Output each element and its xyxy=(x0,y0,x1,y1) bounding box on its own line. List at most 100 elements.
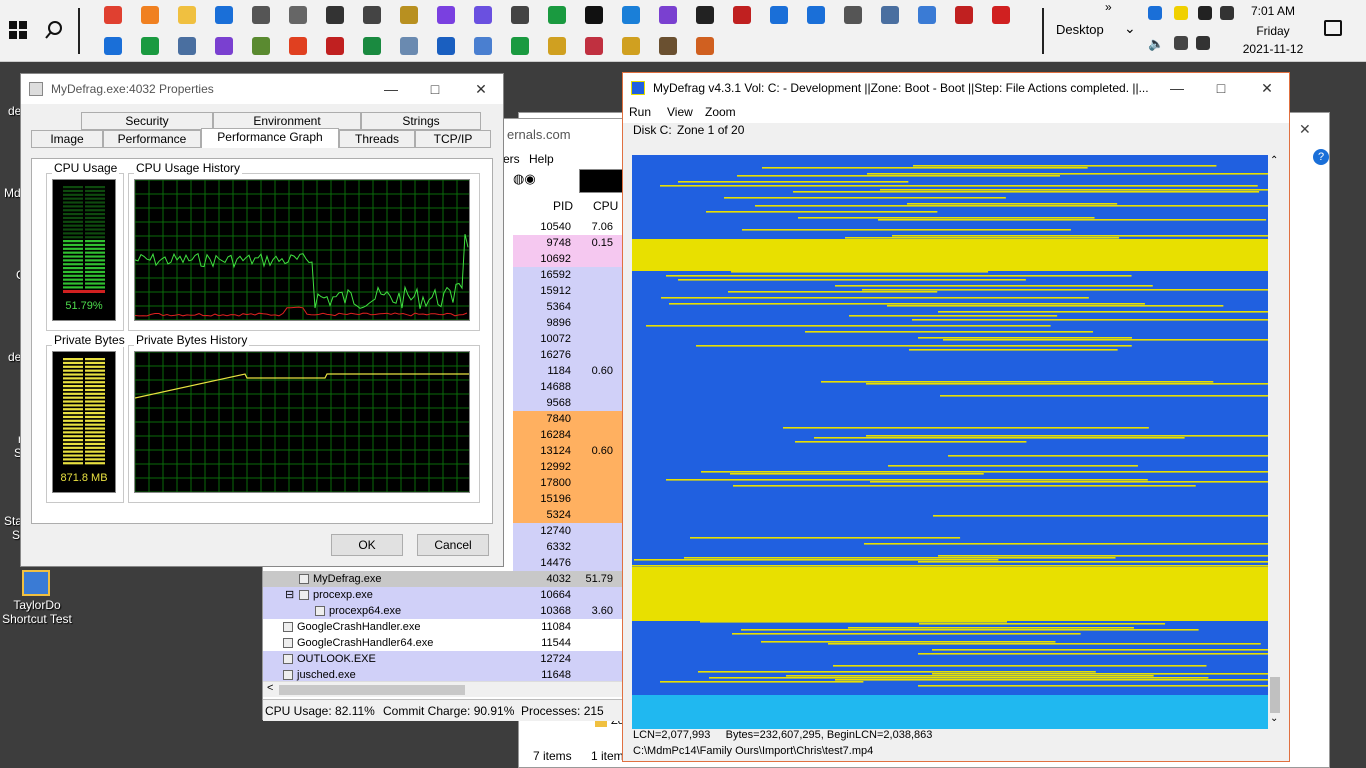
gear-icon[interactable] xyxy=(844,6,862,24)
pinned-app-icon[interactable] xyxy=(511,37,529,55)
clock-date[interactable]: 2021-11-12 xyxy=(1238,42,1308,56)
menu-run[interactable]: Run xyxy=(629,105,651,119)
discord-icon[interactable] xyxy=(474,6,492,24)
table-row[interactable]: 17800 xyxy=(513,475,623,491)
cpu-mini-graph[interactable] xyxy=(579,169,623,193)
table-row[interactable]: 1184 0.60 xyxy=(513,363,623,379)
table-row[interactable]: GoogleCrashHandler.exe 11084 xyxy=(263,619,623,635)
calculator-icon[interactable] xyxy=(807,6,825,24)
scroll-up-icon[interactable]: ⌃ xyxy=(1270,155,1278,166)
table-row[interactable]: 10540 7.06 xyxy=(513,219,623,235)
pinned-app-icon[interactable] xyxy=(696,37,714,55)
vscode-icon[interactable] xyxy=(622,6,640,24)
app-icon[interactable] xyxy=(289,6,307,24)
menu-zoom[interactable]: Zoom xyxy=(705,105,736,119)
table-row[interactable]: 9568 xyxy=(513,395,623,411)
table-row[interactable]: 12992 xyxy=(513,459,623,475)
network-icon[interactable] xyxy=(1220,6,1234,20)
pinned-app-icon[interactable] xyxy=(215,37,233,55)
properties-titlebar[interactable]: MyDefrag.exe:4032 Properties — □ ✕ xyxy=(21,74,503,104)
help-icon[interactable]: ? xyxy=(1313,149,1329,165)
column-header-cpu[interactable]: CPU xyxy=(593,199,618,213)
pinned-app-icon[interactable] xyxy=(141,37,159,55)
table-row[interactable]: ⊟ procexp.exe 10664 xyxy=(263,587,623,603)
clock-time[interactable]: 7:01 AM xyxy=(1238,4,1308,18)
table-row[interactable]: 9748 0.15 xyxy=(513,235,623,251)
messenger-icon[interactable] xyxy=(437,6,455,24)
close-icon[interactable]: ✕ xyxy=(471,79,491,99)
table-row[interactable]: 15912 xyxy=(513,283,623,299)
maximize-icon[interactable]: □ xyxy=(1211,78,1231,98)
table-row[interactable]: 13124 0.60 xyxy=(513,443,623,459)
tab-tcp-ip[interactable]: TCP/IP xyxy=(415,130,491,148)
close-icon[interactable]: ✕ xyxy=(1257,78,1277,98)
table-row[interactable]: 5324 xyxy=(513,507,623,523)
pinned-app-icon[interactable] xyxy=(400,37,418,55)
tab-strings[interactable]: Strings xyxy=(361,112,481,130)
pinned-app-icon[interactable] xyxy=(104,37,122,55)
desktop-toolbar-label[interactable]: Desktop xyxy=(1056,22,1104,37)
pinned-app-icon[interactable] xyxy=(622,37,640,55)
app-icon[interactable] xyxy=(918,6,936,24)
table-row[interactable]: 14476 xyxy=(513,555,623,571)
app-tray-icon[interactable] xyxy=(1196,36,1210,50)
folder-icon[interactable] xyxy=(178,6,196,24)
pinned-app-icon[interactable] xyxy=(178,37,196,55)
app-icon[interactable] xyxy=(548,6,566,24)
scroll-down-icon[interactable]: ⌄ xyxy=(1270,713,1278,724)
pinned-app-icon[interactable] xyxy=(474,37,492,55)
table-row[interactable]: 5364 xyxy=(513,299,623,315)
horizontal-scrollbar[interactable]: < xyxy=(263,681,623,697)
close-icon[interactable]: ✕ xyxy=(1299,121,1311,138)
microphone-icon[interactable] xyxy=(1198,6,1212,20)
table-row[interactable]: 12740 xyxy=(513,523,623,539)
clock-day[interactable]: Friday xyxy=(1238,24,1308,38)
tab-performance-graph[interactable]: Performance Graph xyxy=(201,128,339,148)
pinned-app-icon[interactable] xyxy=(252,37,270,55)
start-button[interactable] xyxy=(8,20,28,40)
table-row[interactable]: 6332 xyxy=(513,539,623,555)
scrollbar-thumb[interactable] xyxy=(1270,677,1280,713)
app-icon[interactable] xyxy=(326,6,344,24)
table-row[interactable]: MyDefrag.exe 4032 51.79 xyxy=(263,571,623,587)
menu-item-fragment[interactable]: ers xyxy=(503,152,520,166)
table-row[interactable]: procexp64.exe 10368 3.60 xyxy=(263,603,623,619)
table-row[interactable]: 16284 xyxy=(513,427,623,443)
firefox-icon[interactable] xyxy=(141,6,159,24)
tab-security[interactable]: Security xyxy=(81,112,213,130)
pinned-app-icon[interactable] xyxy=(585,37,603,55)
app-icon[interactable] xyxy=(881,6,899,24)
minimize-icon[interactable]: — xyxy=(1167,78,1187,98)
pinned-app-icon[interactable] xyxy=(548,37,566,55)
table-row[interactable]: 9896 xyxy=(513,315,623,331)
table-row[interactable]: 15196 xyxy=(513,491,623,507)
app-tray-icon[interactable] xyxy=(1174,36,1188,50)
table-row[interactable]: 7840 xyxy=(513,411,623,427)
outlook-icon[interactable] xyxy=(215,6,233,24)
minimize-icon[interactable]: — xyxy=(381,79,401,99)
tab-image[interactable]: Image xyxy=(31,130,103,148)
pinned-app-icon[interactable] xyxy=(363,37,381,55)
vertical-scrollbar[interactable]: ⌃ ⌄ xyxy=(1268,155,1282,729)
ok-button[interactable]: OK xyxy=(331,534,403,556)
volume-icon[interactable]: 🔈 xyxy=(1148,36,1164,52)
tab-threads[interactable]: Threads xyxy=(339,130,415,148)
cancel-button[interactable]: Cancel xyxy=(417,534,489,556)
pinned-app-icon[interactable] xyxy=(437,37,455,55)
app-icon[interactable] xyxy=(400,6,418,24)
mydefrag-titlebar[interactable]: MyDefrag v4.3.1 Vol: C: - Development ||… xyxy=(623,73,1289,103)
pdf-icon[interactable] xyxy=(992,6,1010,24)
search-button[interactable] xyxy=(44,20,64,40)
app-icon[interactable] xyxy=(363,6,381,24)
terminal-icon[interactable] xyxy=(585,6,603,24)
scroll-left-icon[interactable]: < xyxy=(267,682,273,694)
menu-view[interactable]: View xyxy=(667,105,693,119)
menu-help[interactable]: Help xyxy=(529,152,554,166)
table-row[interactable]: OUTLOOK.EXE 12724 xyxy=(263,651,623,667)
table-row[interactable]: 16276 xyxy=(513,347,623,363)
pdf-icon[interactable] xyxy=(955,6,973,24)
tree-expander-icon[interactable]: ⊟ xyxy=(285,587,294,603)
table-row[interactable]: GoogleCrashHandler64.exe 11544 xyxy=(263,635,623,651)
outlook-tray-icon[interactable] xyxy=(1148,6,1162,20)
maximize-icon[interactable]: □ xyxy=(425,79,445,99)
